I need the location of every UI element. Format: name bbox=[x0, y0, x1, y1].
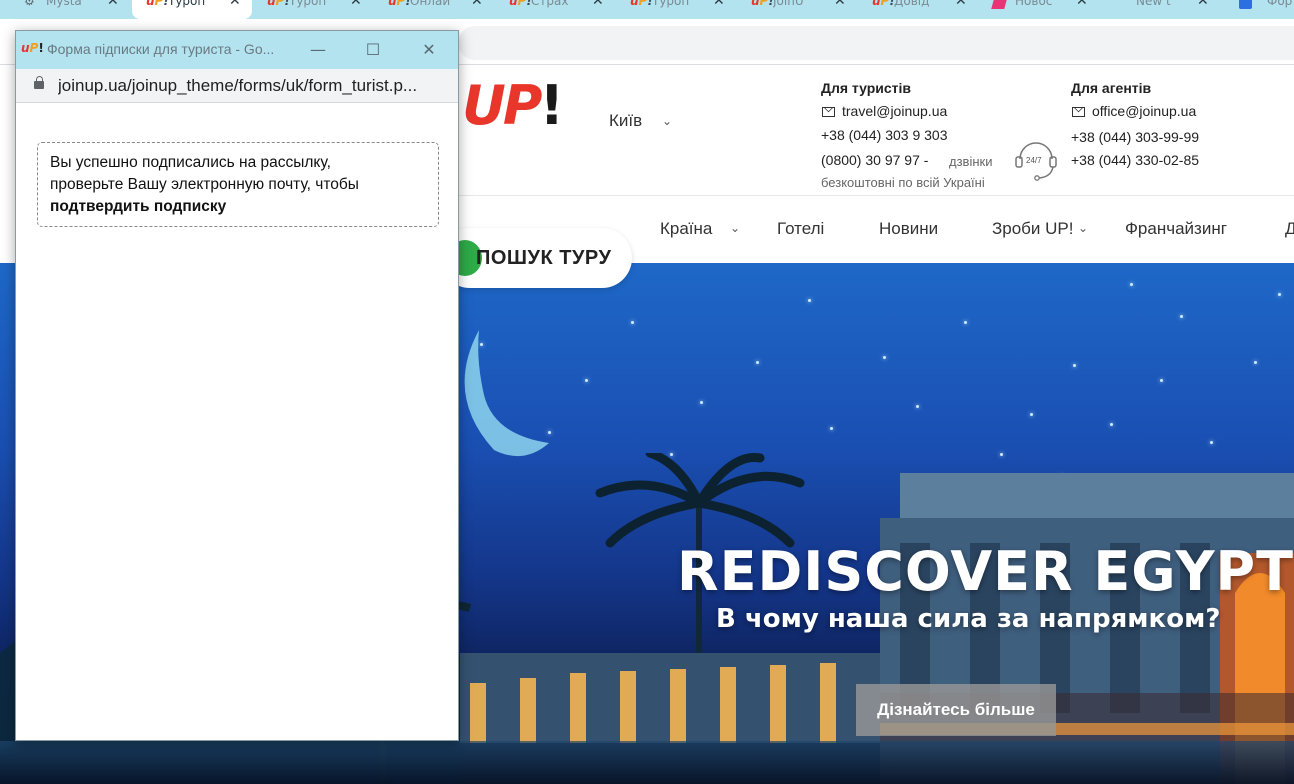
joinup-favicon: uP! bbox=[146, 0, 169, 8]
tab-title: Онлай bbox=[410, 0, 451, 8]
search-tour-button[interactable]: ПОШУК ТУРУ bbox=[440, 228, 632, 288]
joinup-favicon: uP! bbox=[872, 0, 895, 8]
browser-tab[interactable]: uP! Довід ✕ bbox=[858, 0, 978, 19]
support-24-7-icon: 24/7 bbox=[1013, 137, 1059, 183]
tourists-phone-1[interactable]: +38 (044) 303 9 303 bbox=[821, 127, 948, 143]
joinup-favicon: uP! bbox=[751, 0, 774, 8]
browser-tab[interactable]: uP! Туроп ✕ bbox=[616, 0, 736, 19]
pink-favicon bbox=[991, 0, 1008, 12]
subscription-popup-window[interactable]: uP! Форма підписки для туриста - Go... —… bbox=[15, 30, 459, 741]
nav-item-make-up[interactable]: Зроби UP! bbox=[992, 219, 1073, 239]
tab-close-icon[interactable]: ✕ bbox=[592, 0, 604, 9]
gear-icon: ⚙ bbox=[24, 0, 35, 8]
message-line-1: Вы успешно подписались на рассылку, bbox=[50, 154, 331, 171]
tab-title: Фор bbox=[1267, 0, 1293, 8]
tab-title: Туроп bbox=[289, 0, 327, 8]
joinup-favicon: uP! bbox=[267, 0, 290, 8]
tab-title: New t bbox=[1136, 0, 1171, 8]
tab-close-icon[interactable]: ✕ bbox=[1076, 0, 1088, 9]
browser-tab[interactable]: uP! Страх ✕ bbox=[495, 0, 615, 19]
minimize-button[interactable]: — bbox=[298, 36, 338, 64]
tab-title: Туроп bbox=[168, 0, 206, 8]
tab-title: Mysta bbox=[46, 0, 82, 8]
tab-close-icon[interactable]: ✕ bbox=[1197, 0, 1209, 9]
pool-water-graphic bbox=[0, 741, 1294, 784]
header-divider bbox=[458, 195, 1294, 196]
message-line-3: подтвердить подписку bbox=[50, 198, 227, 215]
tab-title: Новос bbox=[1015, 0, 1053, 8]
nav-item-more[interactable]: Д bbox=[1285, 219, 1294, 239]
tab-title: JoinU bbox=[773, 0, 804, 8]
browser-tab-active[interactable]: uP! Туроп ✕ bbox=[132, 0, 252, 19]
lock-icon bbox=[34, 76, 44, 89]
close-button[interactable]: ✕ bbox=[409, 36, 449, 64]
subscription-success-message: Вы успешно подписались на рассылку, пров… bbox=[37, 142, 439, 227]
learn-more-button[interactable]: Дізнайтесь більше bbox=[856, 684, 1056, 736]
browser-tab[interactable]: uP! JoinU ✕ bbox=[737, 0, 857, 19]
agents-phone-2[interactable]: +38 (044) 330-02-85 bbox=[1071, 152, 1199, 168]
browser-tab-strip: ⚙ Mysta ✕ uP! Туроп ✕ uP! Туроп ✕ uP! Он… bbox=[0, 0, 1294, 19]
mail-icon bbox=[1072, 107, 1085, 117]
nav-item-franchising[interactable]: Франчайзинг bbox=[1125, 219, 1227, 239]
joinup-favicon: uP! bbox=[509, 0, 532, 8]
joinup-favicon: uP! bbox=[630, 0, 653, 8]
agents-heading: Для агентів bbox=[1071, 80, 1152, 96]
browser-tab[interactable]: Новос ✕ bbox=[979, 0, 1099, 19]
city-selector[interactable]: Київ bbox=[609, 111, 642, 131]
crescent-moon-graphic bbox=[464, 330, 549, 457]
tourists-email[interactable]: travel@joinup.ua bbox=[842, 103, 947, 119]
blue-favicon bbox=[1239, 0, 1252, 12]
agents-phone-1[interactable]: +38 (044) 303-99-99 bbox=[1071, 129, 1199, 145]
support-label: 24/7 bbox=[1026, 156, 1042, 165]
mail-icon bbox=[822, 107, 835, 117]
browser-tab[interactable]: uP! Онлай ✕ bbox=[374, 0, 494, 19]
popup-title-bar[interactable]: uP! Форма підписки для туриста - Go... —… bbox=[16, 31, 458, 69]
search-tour-label: ПОШУК ТУРУ bbox=[476, 247, 612, 269]
nav-item-hotels[interactable]: Готелі bbox=[777, 219, 824, 239]
tab-close-icon[interactable]: ✕ bbox=[471, 0, 483, 9]
red-favicon bbox=[1114, 0, 1126, 11]
joinup-favicon: uP! bbox=[21, 41, 44, 55]
hero-subtitle: В чому наша сила за напрямком? bbox=[716, 604, 1221, 634]
popup-url[interactable]: joinup.ua/joinup_theme/forms/uk/form_tur… bbox=[58, 76, 450, 96]
joinup-favicon: uP! bbox=[388, 0, 411, 8]
tourists-phone-note: дзвінки bbox=[949, 154, 993, 169]
tab-close-icon[interactable]: ✕ bbox=[713, 0, 725, 9]
chevron-down-icon[interactable]: ⌄ bbox=[1078, 221, 1088, 235]
tab-title: Довід bbox=[894, 0, 930, 8]
popup-title: Форма підписки для туриста - Go... bbox=[47, 41, 275, 57]
tab-close-icon[interactable]: ✕ bbox=[350, 0, 362, 9]
tab-title: Страх bbox=[531, 0, 569, 8]
nav-item-country[interactable]: Країна bbox=[660, 219, 712, 239]
message-line-2: проверьте Вашу электронную почту, чтобы bbox=[50, 176, 359, 193]
site-logo[interactable]: UP! bbox=[462, 74, 564, 137]
browser-tab[interactable]: Фор bbox=[1221, 0, 1294, 19]
browser-address-bar[interactable] bbox=[458, 26, 1294, 60]
browser-tab[interactable]: uP! Туроп ✕ bbox=[253, 0, 373, 19]
browser-tab[interactable]: New t ✕ bbox=[1100, 0, 1220, 19]
chevron-down-icon[interactable]: ⌄ bbox=[730, 221, 740, 235]
tab-title: Туроп bbox=[652, 0, 690, 8]
tourists-phone-note-2: безкоштовні по всій Україні bbox=[821, 175, 985, 190]
maximize-button[interactable]: ☐ bbox=[353, 36, 393, 64]
nav-item-news[interactable]: Новини bbox=[879, 219, 938, 239]
tourists-heading: Для туристів bbox=[821, 80, 912, 96]
tab-close-icon[interactable]: ✕ bbox=[229, 0, 241, 9]
popup-address-bar[interactable]: joinup.ua/joinup_theme/forms/uk/form_tur… bbox=[16, 69, 458, 103]
tab-close-icon[interactable]: ✕ bbox=[834, 0, 846, 9]
tourists-phone-2[interactable]: (0800) 30 97 97 - bbox=[821, 152, 928, 168]
tab-close-icon[interactable]: ✕ bbox=[107, 0, 119, 9]
hero-title: REDISCOVER EGYPT bbox=[677, 540, 1294, 603]
browser-tab[interactable]: ⚙ Mysta ✕ bbox=[10, 0, 130, 19]
tab-close-icon[interactable]: ✕ bbox=[955, 0, 967, 9]
chevron-down-icon[interactable]: ⌄ bbox=[662, 114, 672, 128]
agents-email[interactable]: office@joinup.ua bbox=[1092, 103, 1196, 119]
